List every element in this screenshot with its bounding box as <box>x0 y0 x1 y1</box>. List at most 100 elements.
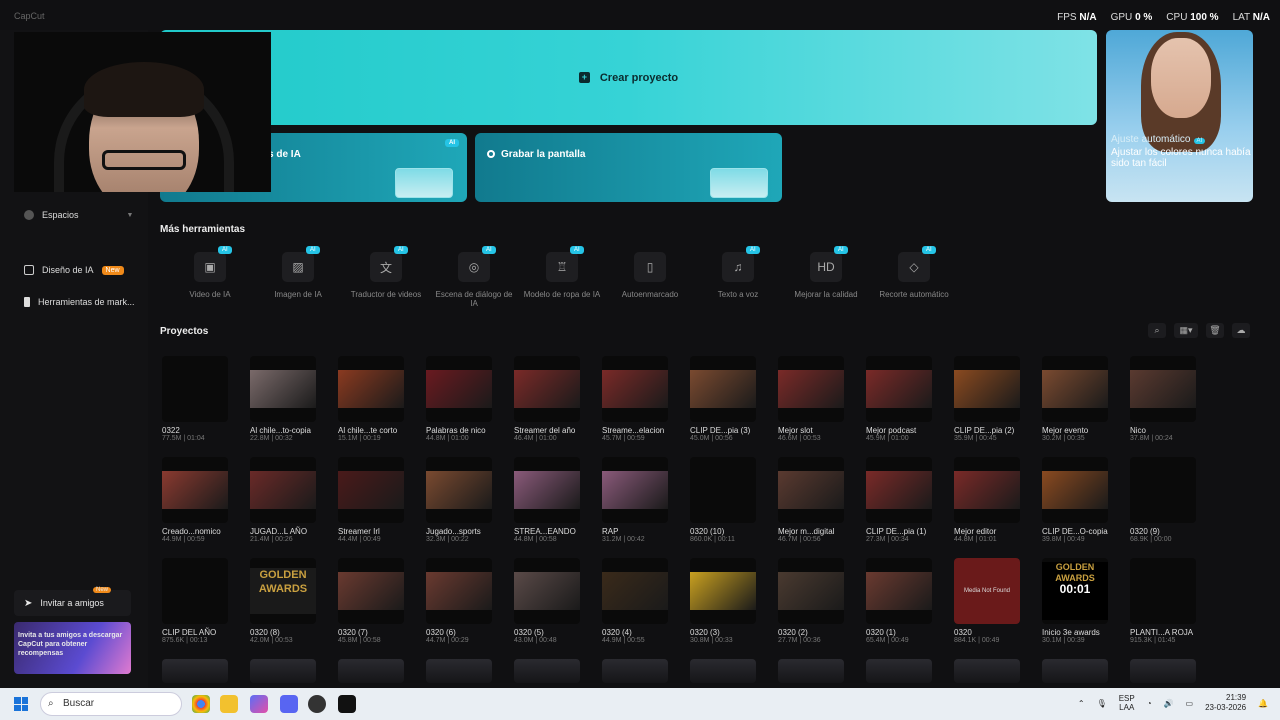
project-card[interactable] <box>866 659 950 683</box>
project-card[interactable] <box>250 659 334 683</box>
tool-2[interactable]: ▨ AI Imagen de IA <box>254 246 342 308</box>
invite-promo-banner[interactable]: Invita a tus amigos a descargar CapCut p… <box>14 622 131 674</box>
project-card[interactable] <box>162 659 246 683</box>
project-name: Mejor editor <box>954 527 997 536</box>
project-card[interactable]: 0320 (3) 30.8M | 00:33 <box>690 558 774 644</box>
record-screen-card[interactable]: Grabar la pantalla <box>475 133 782 202</box>
project-card[interactable]: GOLDEN AWARDS 0320 (8) 42.0M | 00:53 <box>250 558 334 644</box>
tool-4[interactable]: ◎ AI Escena de diálogo de IA <box>430 246 518 308</box>
project-meta: 44.8M | 00:58 <box>514 536 557 543</box>
project-name: Mejor evento <box>1042 426 1089 435</box>
clock[interactable]: 21:39 23-03-2026 <box>1205 693 1246 713</box>
project-card[interactable]: 0320 (5) 43.0M | 00:48 <box>514 558 598 644</box>
project-card[interactable]: PLANTI...A ROJA 915.3K | 01:45 <box>1130 558 1214 644</box>
project-card[interactable] <box>778 659 862 683</box>
project-card[interactable] <box>690 659 774 683</box>
discord-icon[interactable] <box>280 695 298 713</box>
project-card[interactable] <box>514 659 598 683</box>
project-card[interactable] <box>1130 659 1214 683</box>
obs-icon[interactable] <box>308 695 326 713</box>
project-card[interactable]: Media Not Found 0320 884.1K | 00:49 <box>954 558 1038 644</box>
chrome-icon[interactable] <box>192 695 210 713</box>
project-card[interactable] <box>602 659 686 683</box>
ai-badge: AI <box>570 246 584 254</box>
project-card[interactable]: Jugado...sports 32.3M | 00:22 <box>426 457 510 543</box>
project-card[interactable]: 0320 (6) 44.7M | 00:29 <box>426 558 510 644</box>
tool-9[interactable]: ◇ AI Recorte automático <box>870 246 958 308</box>
project-name: CLIP DEL AÑO <box>162 628 217 637</box>
project-card[interactable]: CLIP DE...O-copia 39.8M | 00:49 <box>1042 457 1126 543</box>
tool-7[interactable]: ♫ AI Texto a voz <box>694 246 782 308</box>
windows-start-icon[interactable] <box>14 697 28 711</box>
project-card[interactable]: Streamer del año 46.4M | 01:00 <box>514 356 598 442</box>
project-name: Mejor slot <box>778 426 813 435</box>
project-card[interactable]: CLIP DE...pia (1) 27.3M | 00:34 <box>866 457 950 543</box>
project-card[interactable]: 0320 (9) 68.9K | 00:00 <box>1130 457 1214 543</box>
view-toggle-icon[interactable]: ▦▾ <box>1174 323 1198 338</box>
project-meta: 884.1K | 00:49 <box>954 637 1000 644</box>
project-card[interactable]: Mejor slot 46.6M | 00:53 <box>778 356 862 442</box>
project-card[interactable]: STREA...EANDO 44.8M | 00:58 <box>514 457 598 543</box>
project-card[interactable]: Al chile...te corto 15.1M | 00:19 <box>338 356 422 442</box>
project-card[interactable]: Mejor m...digital 46.7M | 00:56 <box>778 457 862 543</box>
create-project-button[interactable]: + Crear proyecto <box>160 30 1097 125</box>
project-card[interactable]: Mejor evento 30.2M | 00:35 <box>1042 356 1126 442</box>
record-screen-label: Grabar la pantalla <box>501 149 586 160</box>
project-card[interactable]: 0320 (4) 44.9M | 00:55 <box>602 558 686 644</box>
invite-friends-button[interactable]: ➤ Invitar a amigos New <box>14 587 131 616</box>
project-card[interactable]: 0320 (10) 860.0K | 00:11 <box>690 457 774 543</box>
tool-5[interactable]: ♖ AI Modelo de ropa de IA <box>518 246 606 308</box>
project-card[interactable]: Streame...elacion 45.7M | 00:59 <box>602 356 686 442</box>
sidebar-item-ai-design[interactable]: Diseño de IA New <box>24 265 124 275</box>
language-indicator[interactable]: ESP LAA <box>1119 694 1135 712</box>
project-card[interactable]: Mejor podcast 45.9M | 01:00 <box>866 356 950 442</box>
project-card[interactable] <box>426 659 510 683</box>
project-card[interactable]: 0320 (2) 27.7M | 00:36 <box>778 558 862 644</box>
mic-icon[interactable]: 🎙 <box>1097 699 1107 708</box>
folder-icon[interactable] <box>220 695 238 713</box>
project-card[interactable]: 0320 (7) 45.8M | 00:58 <box>338 558 422 644</box>
tool-icon: ▣ <box>194 252 226 282</box>
project-card[interactable]: 0320 (1) 65.4M | 00:49 <box>866 558 950 644</box>
search-icon[interactable]: ⌕ <box>1148 323 1166 338</box>
cloud-icon[interactable]: ☁ <box>1232 323 1250 338</box>
chevron-up-icon[interactable]: ⌃ <box>1078 699 1085 708</box>
project-card[interactable]: RAP 31.2M | 00:42 <box>602 457 686 543</box>
capcut-icon[interactable] <box>338 695 356 713</box>
project-card[interactable] <box>954 659 1038 683</box>
project-card[interactable] <box>1042 659 1126 683</box>
battery-icon[interactable]: ▭ <box>1186 699 1194 708</box>
project-thumbnail <box>1130 558 1196 624</box>
tool-8[interactable]: HD AI Mejorar la calidad <box>782 246 870 308</box>
volume-icon[interactable]: 🔊 <box>1164 699 1174 708</box>
project-card[interactable]: CLIP DE...pia (2) 35.9M | 00:45 <box>954 356 1038 442</box>
project-card[interactable]: Mejor editor 44.8M | 01:01 <box>954 457 1038 543</box>
copilot-icon[interactable] <box>250 695 268 713</box>
wifi-icon[interactable]: ◔ <box>1147 699 1152 708</box>
project-card[interactable]: Al chile...to-copia 22.8M | 00:32 <box>250 356 334 442</box>
project-card[interactable]: Palabras de nico 44.8M | 01:00 <box>426 356 510 442</box>
project-card[interactable]: Creado...nomico 44.9M | 00:59 <box>162 457 246 543</box>
project-card[interactable]: GOLDEN AWARDS 00:01 Inicio 3e awards 30.1M |… <box>1042 558 1126 644</box>
tool-3[interactable]: 文 AI Traductor de videos <box>342 246 430 308</box>
project-card[interactable] <box>338 659 422 683</box>
sidebar-item-spaces[interactable]: Espacios ▼ <box>24 210 133 220</box>
project-card[interactable]: CLIP DE...pia (3) 45.0M | 00:56 <box>690 356 774 442</box>
project-card[interactable]: Streamer Irl 44.4M | 00:49 <box>338 457 422 543</box>
tool-1[interactable]: ▣ AI Video de IA <box>166 246 254 308</box>
auto-adjust-promo[interactable]: Ajuste automático AI Ajustar los colores … <box>1106 30 1253 202</box>
tool-6[interactable]: ▯ Autoenmarcado <box>606 252 694 308</box>
project-card[interactable]: 0322 77.5M | 01:04 <box>162 356 246 442</box>
tool-icon: ♫ <box>722 252 754 282</box>
sidebar-item-marketing[interactable]: Herramientas de mark... <box>24 297 135 307</box>
taskbar-search[interactable]: ⌕ Buscar <box>40 692 182 716</box>
trash-icon[interactable]: 🗑 <box>1206 323 1224 338</box>
project-card[interactable]: CLIP DEL AÑO 875.6K | 00:13 <box>162 558 246 644</box>
project-card[interactable]: JUGAD...L AÑO 21.4M | 00:26 <box>250 457 334 543</box>
tool-label: Escena de diálogo de IA <box>435 290 513 308</box>
project-name: Al chile...te corto <box>338 426 398 435</box>
notification-icon[interactable]: 🔔 <box>1258 699 1268 708</box>
invite-label: Invitar a amigos <box>40 598 104 608</box>
project-card[interactable]: Nico 37.8M | 00:24 <box>1130 356 1214 442</box>
project-thumbnail <box>1130 356 1196 422</box>
